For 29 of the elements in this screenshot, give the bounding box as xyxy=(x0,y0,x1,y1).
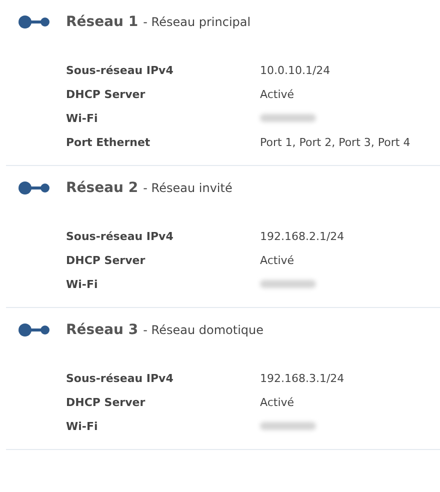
network-name: Réseau 1 xyxy=(66,14,138,30)
field-label: Sous-réseau IPv4 xyxy=(66,64,174,76)
network-description: - Réseau domotique xyxy=(143,323,264,337)
field-value: 192.168.2.1/24 xyxy=(260,230,344,242)
field-label: DHCP Server xyxy=(66,396,146,408)
field-label: DHCP Server xyxy=(66,88,146,100)
field-label: Wi-Fi xyxy=(66,420,99,432)
network-icon xyxy=(18,323,50,337)
field-label: Port Ethernet xyxy=(66,136,152,148)
field-value: Activé xyxy=(260,396,294,408)
field-label: Sous-réseau IPv4 xyxy=(66,230,174,242)
field-value: 192.168.3.1/24 xyxy=(260,372,344,384)
field-label: Wi-Fi xyxy=(66,278,99,290)
network-description: - Réseau invité xyxy=(143,181,232,195)
network-icon xyxy=(18,15,50,29)
network-description: - Réseau principal xyxy=(143,15,251,29)
blurred-value xyxy=(260,280,316,288)
field-value: Activé xyxy=(260,254,294,266)
network-icon xyxy=(18,181,50,195)
field-label: Wi-Fi xyxy=(66,112,99,124)
field-label: DHCP Server xyxy=(66,254,146,266)
field-label: Sous-réseau IPv4 xyxy=(66,372,174,384)
field-value: 10.0.10.1/24 xyxy=(260,64,330,76)
field-value: Port 1, Port 2, Port 3, Port 4 xyxy=(260,136,410,148)
network-name: Réseau 3 xyxy=(66,322,138,338)
field-value: Activé xyxy=(260,88,294,100)
blurred-value xyxy=(260,422,316,430)
blurred-value xyxy=(260,114,316,122)
network-name: Réseau 2 xyxy=(66,180,138,196)
